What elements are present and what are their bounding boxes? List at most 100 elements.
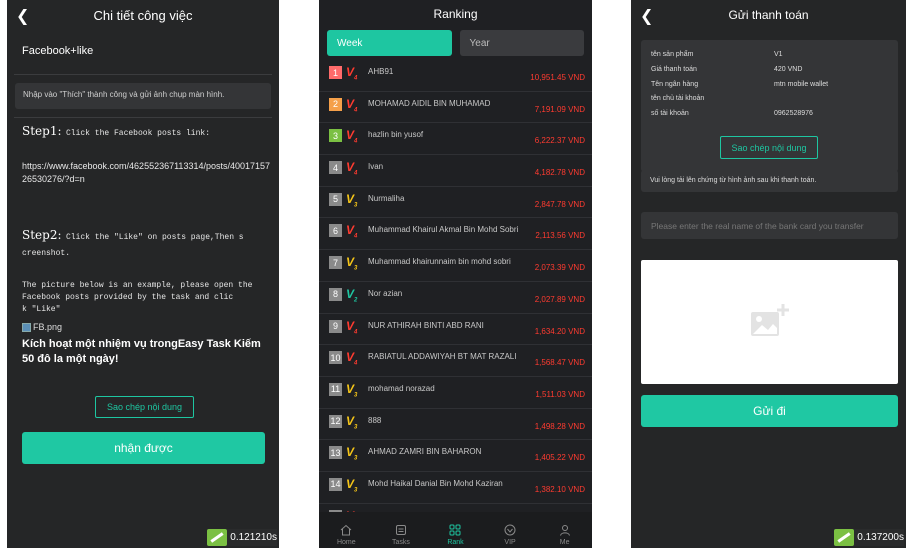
member-name: AHB91 [368, 67, 394, 76]
rank-grid-icon [449, 524, 461, 536]
tab-week[interactable]: Week [327, 30, 452, 56]
vip-level-icon: V4 [346, 128, 358, 145]
timer-value: 0.121210s [230, 532, 277, 543]
ranking-row: 12 V3 888 1,498.28 VND [319, 409, 592, 441]
load-timer: 0.137200s [834, 529, 904, 546]
ranking-screen: Ranking Week Year 1 V4 AHB91 10,951.45 VND 2… [319, 0, 592, 548]
vip-level-icon: V3 [346, 445, 358, 462]
bank-card-name-input[interactable] [641, 212, 898, 239]
step1-text: Click the Facebook posts link: [65, 129, 210, 138]
nav-vip[interactable]: VIP [490, 524, 530, 546]
image-upload-area[interactable] [641, 260, 898, 384]
vip-level-number: 4 [354, 233, 358, 240]
home-icon [340, 524, 352, 536]
vip-level-icon: V4 [346, 65, 358, 82]
earned-amount: 6,222.37 VND [534, 136, 585, 146]
vip-level-icon: V2 [346, 286, 358, 304]
ranking-row: 1 V4 AHB91 10,951.45 VND [319, 60, 592, 92]
chevron-left-icon[interactable]: ❮ [16, 6, 29, 26]
page-title: Gửi thanh toán [728, 8, 809, 22]
ranking-row: 7 V3 Muhammad khairunnaim bin mohd sobri 2,… [319, 250, 592, 282]
nav-label: Tasks [391, 539, 410, 546]
nav-home[interactable]: Home [326, 524, 366, 546]
rank-number-badge: 5 [329, 192, 342, 206]
step1: Step1: Click the Facebook posts link: [22, 122, 272, 140]
page-title: Ranking [433, 7, 478, 21]
step2-text-cont: creenshot. [22, 249, 71, 258]
vip-level-icon: V4 [346, 350, 358, 367]
ranking-row: 2 V4 MOHAMAD AIDIL BIN MUHAMAD 7,191.09 VND [319, 92, 592, 124]
nav-me[interactable]: Me [545, 524, 585, 546]
earned-amount: 4,182.78 VND [534, 168, 585, 178]
member-name: Nor azian [368, 288, 403, 298]
copy-content-button[interactable]: Sao chép nội dung [95, 396, 194, 418]
member-name: mohamad norazad [368, 383, 435, 393]
member-name: Mohd Haikal Danial Bin Mohd Kaziran [368, 478, 503, 488]
info-label: số tài khoản [651, 110, 689, 117]
info-value: 420 VND [774, 66, 803, 73]
copy-content-button[interactable]: Sao chép nội dung [720, 136, 818, 159]
earned-amount: 2,113.56 VND [535, 231, 585, 241]
member-name: NUR ATHIRAH BINTI ABD RANI [368, 320, 484, 330]
vip-level-number: 4 [354, 138, 358, 145]
vip-icon [504, 524, 516, 536]
leaf-logo-icon [207, 529, 228, 546]
earned-amount: 2,847.78 VND [534, 199, 585, 209]
vip-level-icon: V4 [346, 96, 358, 114]
vip-level-icon: V4 [346, 223, 358, 240]
user-icon [559, 525, 570, 536]
earned-amount: 1,382.10 VND [534, 484, 585, 494]
info-label: Tên ngân hàng [651, 81, 699, 88]
upload-notice: Vui lòng tải lên chứng từ hình ảnh sau k… [641, 170, 898, 192]
load-timer: 0.121210s [207, 529, 277, 546]
earned-amount: 1,568.47 VND [534, 358, 585, 368]
rank-number-badge: 3 [329, 129, 342, 143]
member-name: Ivan [368, 162, 384, 172]
earned-amount: 1,405.22 VND [534, 453, 585, 463]
period-tabs: Week Year [319, 28, 592, 56]
nav-label: Rank [447, 539, 464, 546]
chevron-left-icon[interactable]: ❮ [640, 6, 653, 26]
step1-title: Step1: [22, 124, 62, 138]
image-alt-text: FB.png [33, 322, 63, 332]
task-detail-screen: ❮ Chi tiết công việc Facebook+like Nhập … [7, 0, 279, 548]
member-name: AHMAD ZAMRI BIN BAHARON [368, 447, 482, 457]
nav-label: Me [559, 539, 570, 546]
vip-level-number: 3 [354, 455, 358, 462]
earned-amount: 1,511.03 VND [535, 389, 585, 399]
divider [14, 74, 272, 75]
member-name: hazlin bin yusof [368, 130, 424, 140]
example-line: k "Like" [22, 305, 61, 314]
rank-number-badge: 1 [329, 66, 342, 79]
vip-level-icon: V3 [346, 413, 358, 430]
step2-title: Step2: [22, 228, 62, 242]
ranking-list: 1 V4 AHB91 10,951.45 VND 2 V4 MOHAMAD AIDIL BI… [319, 60, 592, 536]
step2: Step2: Click the "Like" on posts page,Th… [22, 228, 272, 260]
add-image-icon [750, 304, 789, 336]
rank-number-badge: 7 [329, 256, 342, 270]
rank-number-badge: 4 [329, 161, 342, 175]
vip-level-number: 4 [354, 107, 358, 114]
facebook-post-link[interactable]: https://www.facebook.com/462552367113314… [22, 160, 272, 186]
nav-label: VIP [504, 539, 516, 546]
submit-button[interactable]: Gửi đi [641, 395, 898, 427]
screenshot-collage: ❮ Chi tiết công việc Facebook+like Nhập … [0, 0, 909, 548]
nav-rank[interactable]: Rank [435, 524, 475, 546]
vip-level-icon: V3 [346, 255, 358, 272]
member-name: MOHAMAD AIDIL BIN MUHAMAD [368, 98, 491, 108]
example-image: FB.png [22, 322, 62, 332]
ranking-row: 8 V2 Nor azian 2,027.89 VND [319, 282, 592, 314]
info-value: mtn mobile wallet [774, 81, 829, 88]
example-text: The picture below is an example, please … [22, 280, 267, 316]
nav-tasks[interactable]: Tasks [381, 524, 421, 546]
bottom-nav: Home Tasks Rank VIP Me [319, 512, 592, 548]
earned-amount: 1,634.20 VND [534, 326, 585, 336]
ranking-row: 10 V4 RABIATUL ADDAWIYAH BT MAT RAZALI 1,56… [319, 345, 592, 377]
receive-button[interactable]: nhận được [22, 432, 265, 464]
vip-level-number: 4 [354, 75, 358, 82]
vip-level-number: 3 [354, 487, 358, 494]
tab-year[interactable]: Year [459, 30, 584, 56]
member-name: Muhammad Khairul Akmal Bin Mohd Sobri [368, 225, 519, 235]
ranking-row: 13 V3 AHMAD ZAMRI BIN BAHARON 1,405.22 VND [319, 440, 592, 472]
header: ❮ Chi tiết công việc [7, 0, 279, 30]
